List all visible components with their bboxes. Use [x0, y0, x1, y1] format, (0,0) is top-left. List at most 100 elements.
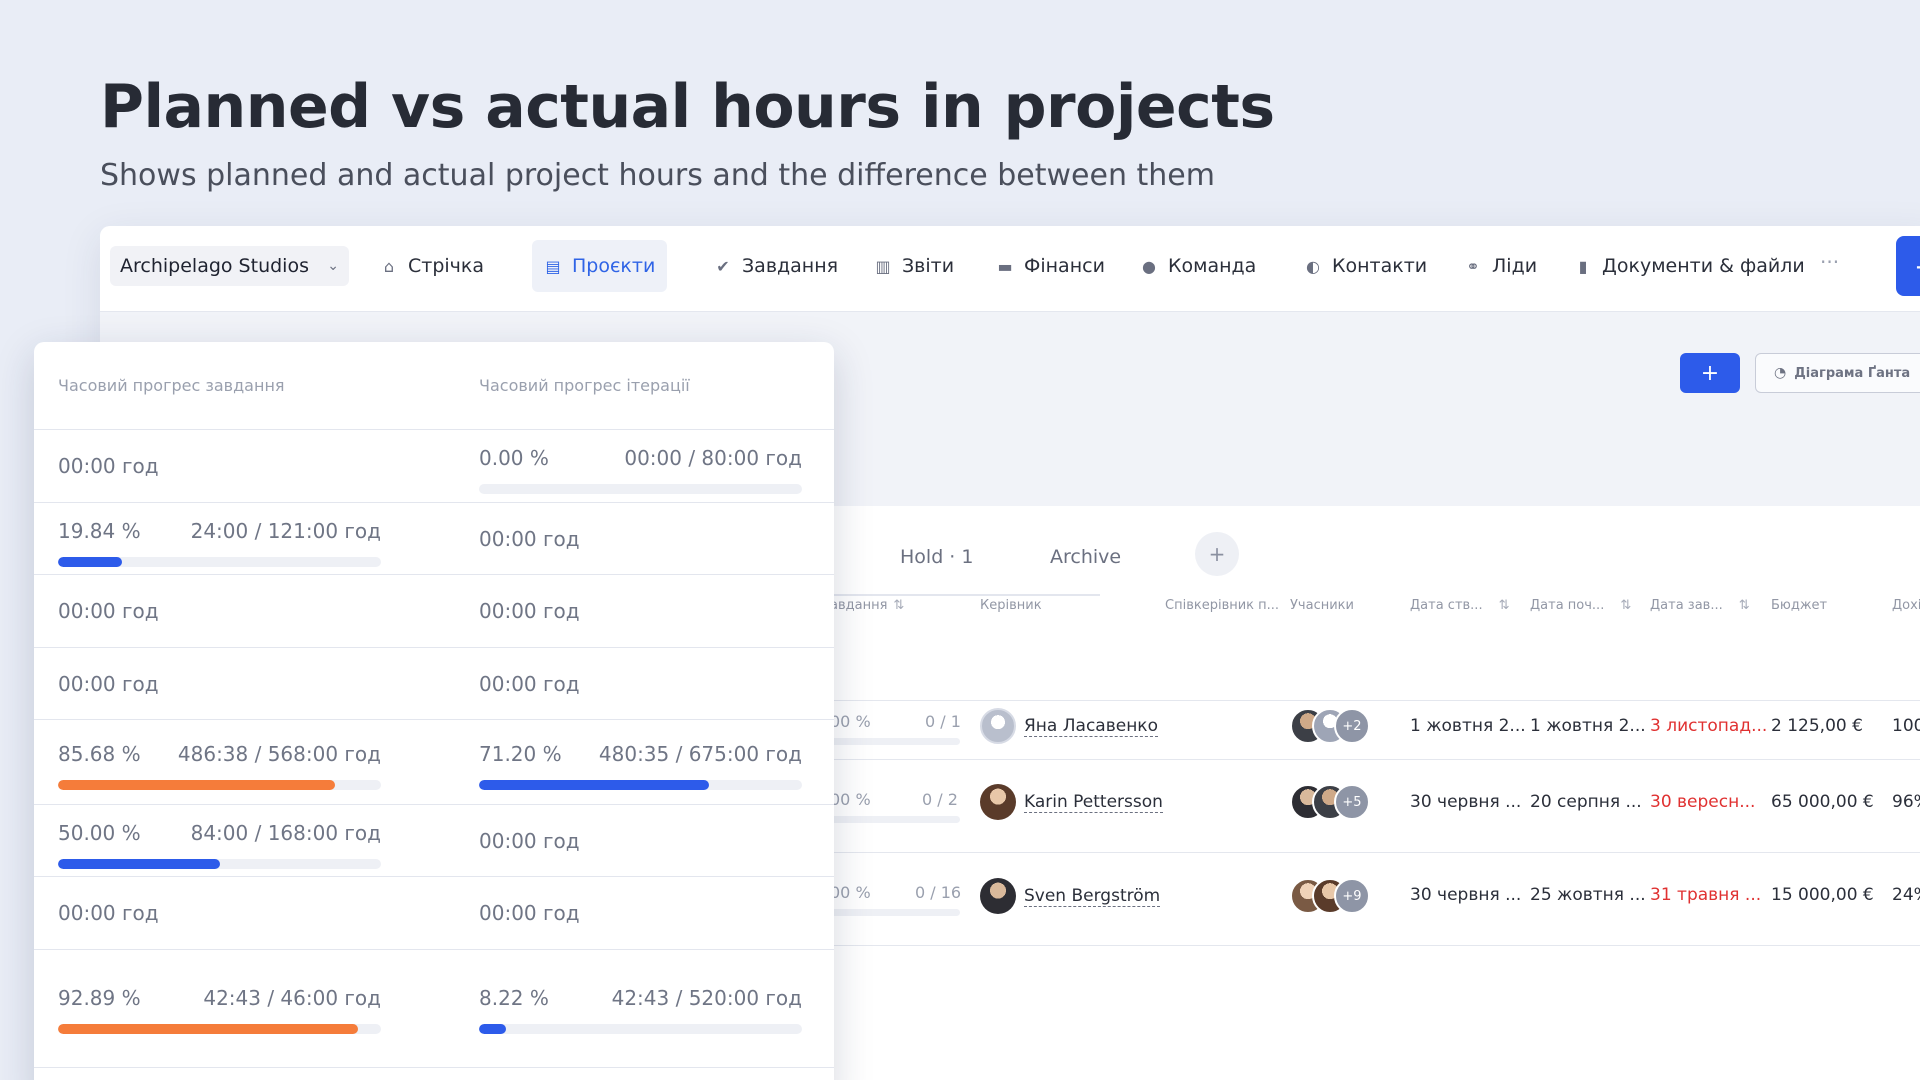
row-created: 30 червня ...	[1410, 792, 1522, 812]
members-more-badge: +2	[1334, 708, 1370, 744]
nav-label: Завдання	[742, 255, 839, 277]
row-members[interactable]: +5	[1290, 784, 1370, 820]
nav-label: Контакти	[1332, 255, 1428, 277]
nav-label: Звіти	[902, 255, 955, 277]
row-manager[interactable]: Яна Ласавенко	[980, 708, 1158, 744]
row-progress: 00 %	[830, 712, 871, 731]
progress-hours: 00:00 год	[58, 599, 159, 623]
add-project-button[interactable]: +	[1680, 353, 1740, 393]
col-header-income: Дохід	[1892, 598, 1920, 613]
nav-label: Команда	[1168, 255, 1257, 277]
check-circle-icon: ✔	[716, 256, 730, 276]
row-progress-bar	[830, 909, 960, 916]
row-budget: 65 000,00 €	[1771, 792, 1874, 812]
row-start: 20 серпня ...	[1530, 792, 1642, 812]
nav-item-finance[interactable]: ▬ Фінанси	[984, 240, 1117, 292]
progress-row: 00:00 год 0.00 % 00:00 / 80:00 год	[34, 430, 834, 503]
sort-icon: ⇅	[1620, 598, 1632, 613]
contacts-icon: ◐	[1306, 256, 1320, 276]
tab-hold[interactable]: Hold · 1	[900, 546, 973, 568]
manager-name: Яна Ласавенко	[1024, 715, 1158, 737]
gantt-icon: ◔	[1774, 365, 1787, 381]
avatar	[980, 784, 1016, 820]
row-end: 30 вересн...	[1650, 792, 1756, 812]
progress-bar	[58, 1024, 381, 1034]
progress-bar	[58, 780, 381, 790]
sort-icon: ⇅	[893, 598, 905, 613]
nav-item-team[interactable]: ● Команда	[1128, 240, 1268, 292]
col-header-start[interactable]: Дата поч... ⇅	[1530, 598, 1631, 613]
sort-icon: ⇅	[1738, 598, 1750, 613]
progress-hours: 24:00 / 121:00 год	[190, 519, 381, 543]
progress-row: 85.68 % 486:38 / 568:00 год 71.20 % 480:35 …	[34, 720, 834, 805]
progress-hours: 00:00 год	[58, 454, 159, 478]
row-created: 30 червня ...	[1410, 885, 1522, 905]
progress-bar	[58, 859, 381, 869]
col-header-end[interactable]: Дата зав... ⇅	[1650, 598, 1750, 613]
add-tab-button[interactable]: +	[1195, 532, 1239, 576]
row-divider	[830, 852, 1920, 853]
row-budget: 15 000,00 €	[1771, 885, 1874, 905]
row-end: 3 листопад...	[1650, 716, 1768, 736]
nav-item-projects[interactable]: ▤ Проєкти	[532, 240, 668, 292]
progress-hours: 42:43 / 46:00 год	[203, 986, 381, 1010]
nav-label: Ліди	[1492, 255, 1538, 277]
col-header-manager: Керівник	[980, 598, 1042, 613]
report-icon: ▥	[875, 256, 891, 276]
header-label: Дата ств...	[1410, 598, 1483, 613]
workspace-selector[interactable]: Archipelago Studios ⌄	[110, 246, 349, 286]
progress-bar	[479, 484, 802, 494]
row-progress-bar	[830, 738, 960, 745]
row-members[interactable]: +9	[1290, 878, 1370, 914]
progress-bar-fill	[58, 1024, 359, 1034]
row-divider	[830, 759, 1920, 760]
primary-create-button[interactable]: +	[1896, 236, 1920, 296]
progress-row: 50.00 % 84:00 / 168:00 год 00:00 год	[34, 805, 834, 877]
workspace-name: Archipelago Studios	[120, 255, 309, 277]
tab-archive[interactable]: Archive	[1050, 546, 1121, 568]
row-manager[interactable]: Karin Pettersson	[980, 784, 1163, 820]
row-divider	[830, 700, 1920, 701]
header-label: Дата зав...	[1650, 598, 1723, 613]
sort-icon: ⇅	[1498, 598, 1510, 613]
header-label: авдання	[830, 598, 888, 613]
nav-item-leads[interactable]: ⚭ Ліди	[1452, 240, 1549, 292]
progress-hours: 00:00 год	[58, 672, 159, 696]
hero-title: Planned vs actual hours in projects	[100, 72, 1275, 142]
row-income: 100%	[1892, 716, 1920, 736]
progress-bar-fill	[479, 780, 709, 790]
row-income: 96%	[1892, 792, 1920, 812]
row-budget: 2 125,00 €	[1771, 716, 1863, 736]
row-members[interactable]: +2	[1290, 708, 1370, 744]
top-navbar: Archipelago Studios ⌄ ⌂ Стрічка ▤ Проєкт…	[100, 226, 1920, 312]
progress-hours: 480:35 / 675:00 год	[598, 742, 802, 766]
header-label: Дата поч...	[1530, 598, 1605, 613]
col-header-tasks[interactable]: авдання ⇅	[830, 598, 904, 613]
nav-item-tasks[interactable]: ✔ Завдання	[702, 240, 850, 292]
progress-bar-fill	[58, 859, 220, 869]
progress-row: 92.89 % 42:43 / 46:00 год 8.22 % 42:43 / 52…	[34, 950, 834, 1068]
nav-item-reports[interactable]: ▥ Звіти	[862, 240, 966, 292]
progress-bar-fill	[58, 557, 123, 567]
nav-label: Проєкти	[572, 255, 656, 277]
row-tasks-count: 0 / 1	[925, 712, 961, 731]
more-icon[interactable]: ···	[1820, 250, 1839, 274]
progress-bar-fill	[58, 780, 335, 790]
progress-hours: 486:38 / 568:00 год	[177, 742, 381, 766]
nav-label: Стрічка	[408, 255, 485, 277]
nav-item-feed[interactable]: ⌂ Стрічка	[368, 240, 496, 292]
avatar	[980, 708, 1016, 744]
col-header-members: Учасники	[1290, 598, 1354, 613]
progress-hours: 00:00 год	[479, 901, 580, 925]
row-tasks-count: 0 / 2	[922, 790, 958, 809]
nav-item-contacts[interactable]: ◐ Контакти	[1292, 240, 1439, 292]
nav-item-documents[interactable]: ▮ Документи & файли	[1562, 240, 1817, 292]
row-manager[interactable]: Sven Bergström	[980, 878, 1161, 914]
row-progress-bar	[830, 816, 960, 823]
user-icon: ●	[1142, 256, 1156, 276]
book-icon: ▮	[1578, 256, 1588, 276]
col-header-created[interactable]: Дата ств... ⇅	[1410, 598, 1509, 613]
gantt-chart-button[interactable]: ◔ Діаграма Ґанта	[1755, 353, 1920, 393]
progress-hours: 00:00 / 80:00 год	[624, 446, 802, 470]
progress-bar-fill	[479, 1024, 506, 1034]
